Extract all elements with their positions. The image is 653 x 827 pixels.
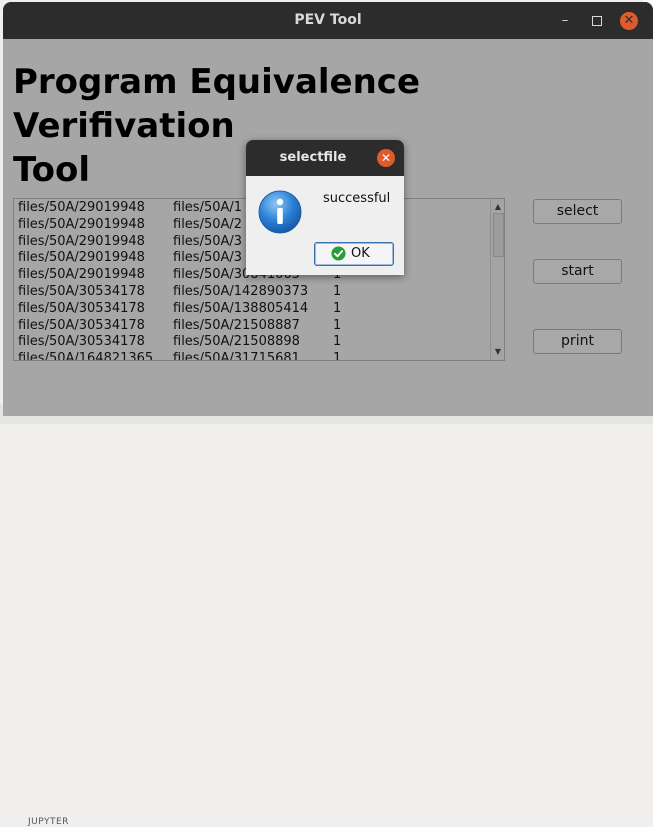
list-cell: files/50A/3 [173, 233, 243, 249]
list-cell: 1 [333, 334, 342, 350]
list-item[interactable]: files/50A/30534178 files/50A/142890373 1 [18, 284, 488, 301]
list-cell: files/50A/29019948 [18, 216, 145, 232]
minimize-button[interactable]: – [556, 12, 574, 30]
list-cell: files/50A/30534178 [18, 334, 145, 350]
list-cell: files/50A/21508887 [173, 317, 300, 333]
list-cell: files/50A/29019948 [18, 233, 145, 249]
list-cell: files/50A/29019948 [18, 250, 145, 266]
scrollbar-thumb[interactable] [493, 213, 504, 257]
window-titlebar[interactable]: PEV Tool – ✕ [3, 2, 653, 39]
list-cell: 1 [333, 283, 342, 299]
maximize-icon [592, 16, 602, 26]
close-icon: ✕ [380, 151, 392, 165]
list-cell: 1 [333, 300, 342, 316]
list-cell: files/50A/2 [173, 216, 243, 232]
list-cell: files/50A/30534178 [18, 317, 145, 333]
list-cell: files/50A/29019948 [18, 267, 145, 283]
background-app-label: JUPYTER [28, 817, 69, 827]
list-cell: files/50A/142890373 [173, 283, 309, 299]
dialog-titlebar[interactable]: selectfile ✕ [246, 140, 404, 176]
list-cell: files/50A/138805414 [173, 300, 309, 316]
checkmark-icon [331, 246, 346, 261]
list-item[interactable]: files/50A/30534178 files/50A/138805414 1 [18, 301, 488, 318]
list-cell: files/50A/30534178 [18, 283, 145, 299]
list-cell: 1 [333, 317, 342, 333]
select-button[interactable]: select [533, 199, 622, 224]
dialog-close-button[interactable]: ✕ [377, 149, 395, 167]
list-cell: files/50A/30534178 [18, 300, 145, 316]
list-scrollbar[interactable]: ▲ ▼ [490, 199, 504, 360]
maximize-button[interactable] [588, 12, 606, 30]
window-close-button[interactable]: ✕ [620, 12, 638, 30]
print-button[interactable]: print [533, 329, 622, 354]
start-button[interactable]: start [533, 259, 622, 284]
list-cell: files/50A/3 [173, 250, 243, 266]
dialog-message: successful [323, 191, 391, 206]
list-cell: files/50A/29019948 [18, 200, 145, 215]
dialog-title: selectfile [279, 150, 347, 165]
list-cell: 1 [333, 351, 342, 361]
list-cell: files/50A/164821365 [18, 351, 154, 361]
list-item[interactable]: files/50A/164821365 files/50A/31715681 1 [18, 351, 488, 361]
list-item[interactable]: files/50A/30534178 files/50A/21508898 1 [18, 334, 488, 351]
list-item[interactable]: files/50A/30534178 files/50A/21508887 1 [18, 318, 488, 335]
minimize-icon: – [561, 13, 569, 28]
ok-button-label: OK [351, 246, 370, 261]
close-icon: ✕ [623, 13, 635, 28]
info-icon [258, 190, 302, 234]
selectfile-dialog: selectfile ✕ successful OK [246, 140, 404, 275]
list-cell: files/50A/21508898 [173, 334, 300, 350]
scroll-up-arrow-icon[interactable]: ▲ [491, 201, 504, 213]
scroll-down-arrow-icon[interactable]: ▼ [491, 346, 504, 358]
app-title-line-1: Program Equivalence [13, 62, 421, 102]
list-cell: files/50A/31715681 [173, 351, 300, 361]
ok-button[interactable]: OK [314, 242, 394, 266]
list-cell: files/50A/1 [173, 200, 243, 215]
